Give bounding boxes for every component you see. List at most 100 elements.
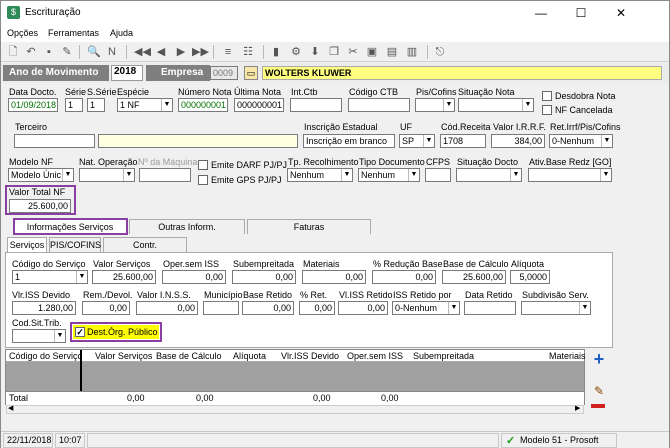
tp-recolhimento-select[interactable]: Nenhum ▼ — [287, 168, 353, 182]
situacao-nota-select[interactable]: ▼ — [458, 98, 534, 112]
cod-receita-input[interactable]: 1708 — [440, 134, 486, 148]
last-record-icon[interactable]: ▶▶ — [192, 45, 209, 59]
menu-ajuda[interactable]: Ajuda — [110, 28, 133, 38]
status-bar: 22/11/2018 10:07 Modelo 51 - Prosoft ✓ — [1, 431, 669, 448]
status-module: Modelo 51 - Prosoft — [501, 433, 617, 448]
modelo-nf-select[interactable]: Modelo Únic ▼ — [8, 168, 74, 182]
subempreitada-input[interactable]: 0,00 — [232, 270, 296, 284]
first-record-icon[interactable]: ◀◀ — [134, 45, 151, 59]
oper-sem-iss-input[interactable]: 0,00 — [162, 270, 226, 284]
iss-retido-por-label: ISS Retido por — [393, 290, 452, 300]
data-docto-input[interactable]: 01/09/2018 — [8, 98, 58, 112]
subdivisao-select[interactable]: ▼ — [521, 301, 591, 315]
valor-inss-input[interactable]: 0,00 — [136, 301, 198, 315]
cfop-icon[interactable]: ▣ — [365, 45, 379, 59]
uf-select[interactable]: SP ▼ — [399, 134, 435, 148]
delete-icon[interactable]: ✎ — [60, 45, 74, 59]
tab-pis-cofins[interactable]: PIS/COFINS — [49, 237, 101, 252]
menu-opcoes[interactable]: Opções — [7, 28, 38, 38]
ativ-base-select[interactable]: ▼ — [528, 168, 612, 182]
ano-input[interactable]: 2018 — [111, 65, 143, 81]
scroll-left-icon[interactable]: ◀ — [8, 404, 13, 412]
copy-icon[interactable]: ❐ — [327, 45, 341, 59]
base-retido-input[interactable]: 0,00 — [242, 301, 294, 315]
tree-icon[interactable]: ☷ — [241, 45, 255, 59]
empresa-code-input[interactable]: 0009 — [210, 66, 238, 80]
aliquota-input[interactable]: 5,0000 — [510, 270, 550, 284]
add-icon[interactable]: + — [591, 350, 607, 368]
pis-cofins-select[interactable]: ▼ — [415, 98, 455, 112]
undo-icon[interactable]: ↶ — [24, 45, 38, 59]
valor-irrf-input[interactable]: 384,00 — [491, 134, 545, 148]
ret-irrf-select[interactable]: 0-Nenhum ▼ — [549, 134, 613, 148]
numero-nota-input[interactable]: 000000001 — [178, 98, 228, 112]
int-ctb-input[interactable] — [290, 98, 342, 112]
valor-servicos-input[interactable]: 25.600,00 — [92, 270, 156, 284]
exit-icon[interactable]: ⎋ — [433, 45, 447, 59]
vlr-iss-devido-input[interactable]: 1.280,00 — [12, 301, 76, 315]
maximize-button[interactable]: ☐ — [561, 3, 601, 23]
data-retido-input[interactable] — [464, 301, 516, 315]
folder-icon[interactable]: ▭ — [244, 66, 258, 80]
valor-total-input[interactable]: 25.600,00 — [9, 199, 71, 213]
terceiro-code-input[interactable] — [14, 134, 95, 148]
doc-icon[interactable]: ▮ — [269, 45, 283, 59]
nat-operacao-select[interactable]: ▼ — [79, 168, 135, 182]
sserie-input[interactable]: 1 — [87, 98, 105, 112]
cod-sit-trib-select[interactable]: ▼ — [12, 329, 66, 343]
emite-gps-checkbox[interactable] — [198, 175, 208, 185]
calc-icon[interactable]: ▤ — [385, 45, 399, 59]
search-icon[interactable]: 🔍 — [87, 45, 101, 59]
codigo-ctb-input[interactable] — [348, 98, 410, 112]
codigo-servico-select[interactable]: 1 ▼ — [12, 270, 88, 284]
tab-outras-inform[interactable]: Outras Inform. — [129, 219, 245, 234]
prev-record-icon[interactable]: ◀ — [154, 45, 168, 59]
new-icon[interactable]: 🗋 — [6, 45, 20, 59]
close-button[interactable]: ✕ — [601, 3, 641, 23]
report-icon[interactable]: ▥ — [405, 45, 419, 59]
iss-retido-por-select[interactable]: 0-Nenhum ▼ — [392, 301, 460, 315]
situacao-docto-select[interactable]: ▼ — [456, 168, 522, 182]
minimize-button[interactable]: — — [521, 3, 561, 23]
tab-contr-previdenciaria[interactable]: Contr. Previdenciária — [103, 237, 187, 264]
base-calculo-input[interactable]: 25.600,00 — [442, 270, 506, 284]
nf-cancelada-checkbox[interactable] — [542, 105, 552, 115]
tools-icon[interactable]: ✂ — [346, 45, 360, 59]
grid-header-aliquota: Alíquota — [233, 351, 267, 361]
reducao-base-input[interactable]: 0,00 — [372, 270, 436, 284]
menu-ferramentas[interactable]: Ferramentas — [48, 28, 99, 38]
serie-input[interactable]: 1 — [65, 98, 83, 112]
materiais-label: Materiais — [303, 259, 340, 269]
tab-faturas[interactable]: Faturas — [247, 219, 371, 234]
scroll-right-icon[interactable]: ▶ — [575, 404, 580, 412]
emite-darf-checkbox[interactable] — [198, 160, 208, 170]
cfps-input[interactable] — [425, 168, 451, 182]
pct-ret-input[interactable]: 0,00 — [299, 301, 335, 315]
tab-servicos[interactable]: Serviços — [7, 237, 47, 252]
edit-icon[interactable]: ✎ — [591, 384, 607, 398]
grid-header-base: Base de Cálculo — [156, 351, 222, 361]
import-icon[interactable]: ⬇ — [308, 45, 322, 59]
rem-devol-input[interactable]: 0,00 — [82, 301, 130, 315]
remove-icon[interactable] — [591, 404, 605, 408]
municipio-input[interactable] — [203, 301, 239, 315]
grid-hscrollbar[interactable] — [6, 405, 584, 414]
save-icon[interactable]: ▪ — [42, 45, 56, 59]
ret-irrf-label: Ret.Irrf/Pis/Cofins — [550, 122, 621, 132]
empresa-name: WOLTERS KLUWER — [262, 66, 662, 80]
gear-icon[interactable]: ⚙ — [289, 45, 303, 59]
inscricao-input[interactable]: Inscrição em branco — [303, 134, 395, 148]
list-icon[interactable]: ≡ — [221, 45, 235, 59]
base-retido-label: Base Retido — [243, 290, 293, 300]
vl-iss-retido-input[interactable]: 0,00 — [338, 301, 388, 315]
nf-icon[interactable]: N — [105, 45, 119, 59]
tipo-documento-select[interactable]: Nenhum ▼ — [358, 168, 420, 182]
especie-select[interactable]: 1 NF ▼ — [117, 98, 173, 112]
materiais-input[interactable]: 0,00 — [302, 270, 366, 284]
no-maquina-input[interactable] — [139, 168, 191, 182]
next-record-icon[interactable]: ▶ — [174, 45, 188, 59]
inscricao-label: Inscrição Estadual — [304, 122, 378, 132]
nat-operacao-label: Nat. Operação — [79, 157, 138, 167]
desdobra-checkbox[interactable] — [542, 91, 552, 101]
dest-org-checkbox[interactable]: ✓ — [75, 327, 85, 337]
